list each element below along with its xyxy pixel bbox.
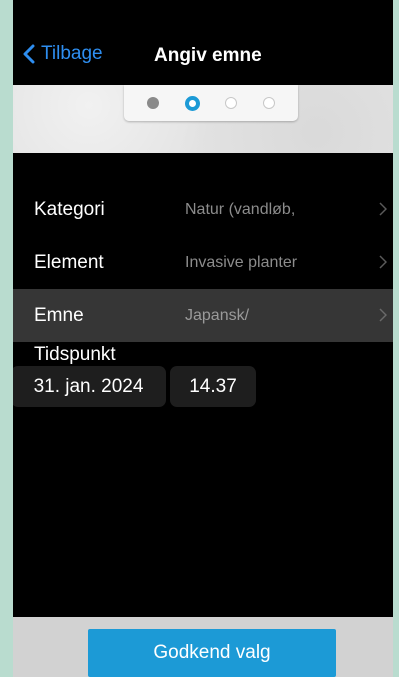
chevron-left-icon bbox=[23, 44, 35, 64]
row-emne[interactable]: Emne Japansk/ bbox=[13, 289, 393, 342]
step-dot-4 bbox=[263, 97, 276, 109]
time-label: Tidspunkt bbox=[34, 344, 116, 365]
chevron-right-icon bbox=[379, 255, 387, 269]
selection-list: Kategori Natur (vandløb, Element Invasiv… bbox=[13, 183, 393, 342]
step-dot-3 bbox=[225, 97, 238, 109]
row-label: Element bbox=[34, 251, 104, 273]
footer-bar: Godkend valg bbox=[13, 617, 393, 677]
phone-screen: Tilbage Angiv emne Kategori Natur (vandl… bbox=[13, 0, 393, 677]
chevron-right-icon bbox=[379, 308, 387, 322]
navigation-bar: Tilbage Angiv emne bbox=[13, 0, 393, 85]
row-value: Invasive planter bbox=[185, 253, 298, 271]
page-title: Angiv emne bbox=[154, 45, 262, 66]
date-picker[interactable]: 31. jan. 2024 bbox=[13, 366, 166, 407]
chevron-right-icon bbox=[379, 202, 387, 216]
back-label: Tilbage bbox=[41, 43, 103, 64]
row-kategori[interactable]: Kategori Natur (vandløb, bbox=[13, 183, 393, 236]
progress-stepper bbox=[124, 85, 298, 121]
back-button[interactable]: Tilbage bbox=[23, 43, 103, 65]
confirm-button[interactable]: Godkend valg bbox=[88, 629, 336, 677]
stepper-background bbox=[13, 85, 393, 153]
row-value: Japansk/ bbox=[185, 306, 250, 324]
row-label: Kategori bbox=[34, 198, 105, 220]
time-picker[interactable]: 14.37 bbox=[170, 366, 256, 407]
step-dot-1 bbox=[146, 97, 159, 109]
row-element[interactable]: Element Invasive planter bbox=[13, 236, 393, 289]
row-value: Natur (vandløb, bbox=[185, 200, 296, 218]
step-dot-2 bbox=[184, 95, 200, 111]
row-label: Emne bbox=[34, 304, 84, 326]
